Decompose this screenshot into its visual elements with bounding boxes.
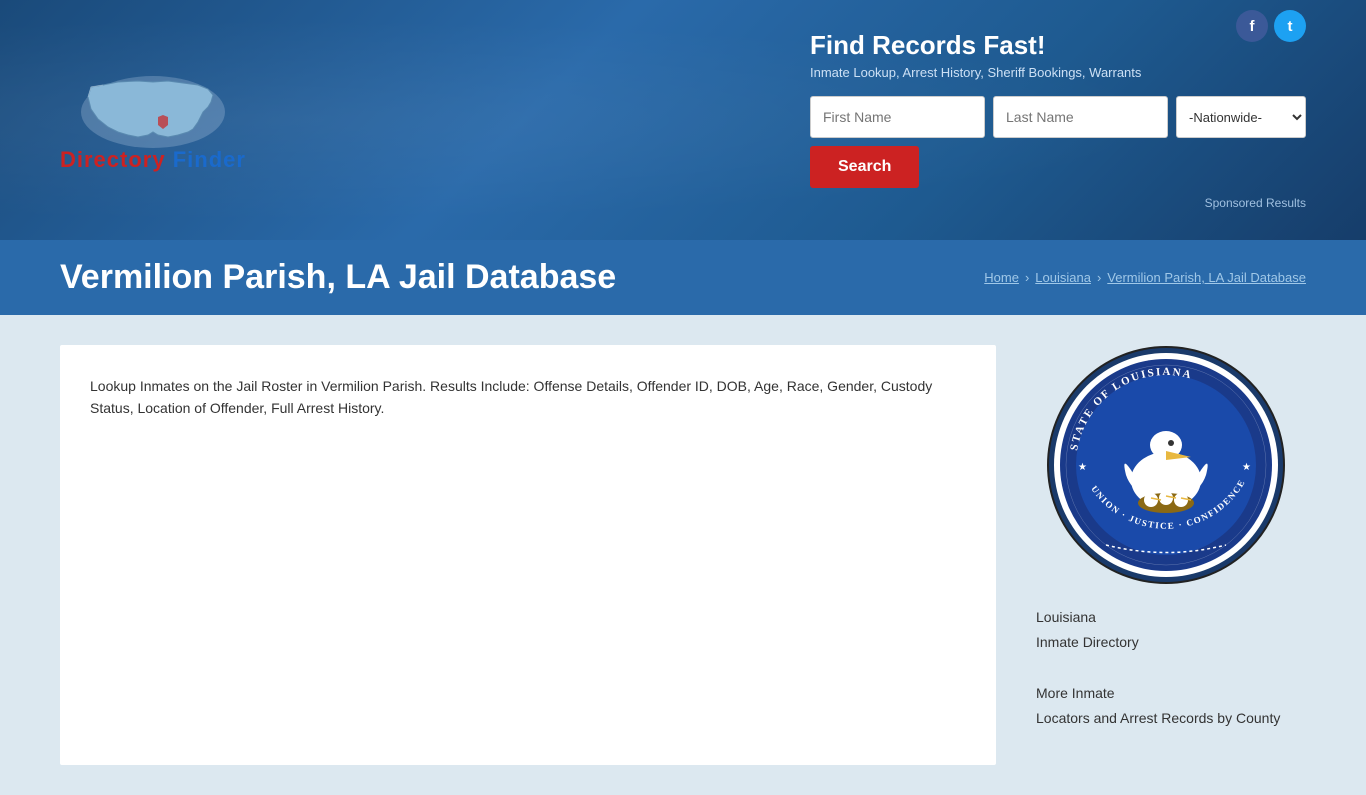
breadcrumb-sep-2: › — [1097, 270, 1101, 285]
description-text: Lookup Inmates on the Jail Roster in Ver… — [90, 375, 966, 420]
svg-text:★: ★ — [1078, 462, 1087, 473]
breadcrumb-louisiana[interactable]: Louisiana — [1035, 270, 1091, 285]
header: Directory Finder Find Records Fast! Inma… — [0, 0, 1366, 240]
last-name-input[interactable] — [993, 96, 1168, 138]
search-title: Find Records Fast! — [810, 30, 1306, 61]
search-row: -Nationwide- — [810, 96, 1306, 138]
search-area: Find Records Fast! Inmate Lookup, Arrest… — [810, 30, 1306, 210]
logo-container: Directory Finder — [60, 67, 246, 173]
sidebar-line4: Locators and Arrest Records by County — [1036, 710, 1280, 726]
first-name-input[interactable] — [810, 96, 985, 138]
logo-map — [73, 67, 233, 157]
title-bar: Vermilion Parish, LA Jail Database Home … — [0, 240, 1366, 315]
svg-text:★: ★ — [1242, 462, 1251, 473]
sponsored-text: Sponsored Results — [810, 196, 1306, 210]
logo-area: Directory Finder — [60, 67, 246, 173]
breadcrumb-current: Vermilion Parish, LA Jail Database — [1107, 270, 1306, 285]
facebook-icon[interactable]: f — [1236, 10, 1268, 42]
breadcrumb: Home › Louisiana › Vermilion Parish, LA … — [984, 270, 1306, 285]
breadcrumb-home[interactable]: Home — [984, 270, 1019, 285]
twitter-icon[interactable]: t — [1274, 10, 1306, 42]
state-select[interactable]: -Nationwide- — [1176, 96, 1306, 138]
content-left: Lookup Inmates on the Jail Roster in Ver… — [60, 345, 996, 765]
louisiana-seal: STATE OF LOUISIANA UNION · JUSTICE · CON… — [1046, 345, 1286, 585]
search-button[interactable]: Search — [810, 146, 919, 188]
sidebar-line2: Inmate Directory — [1036, 634, 1139, 650]
social-bar: f t — [1236, 10, 1306, 42]
content-right: STATE OF LOUISIANA UNION · JUSTICE · CON… — [1026, 345, 1306, 765]
search-subtitle: Inmate Lookup, Arrest History, Sheriff B… — [810, 65, 1306, 80]
sidebar-text: Louisiana Inmate Directory More Inmate L… — [1026, 605, 1306, 731]
page-title: Vermilion Parish, LA Jail Database — [60, 258, 616, 297]
sidebar-line3: More Inmate — [1036, 685, 1115, 701]
breadcrumb-sep-1: › — [1025, 270, 1029, 285]
main-content: Lookup Inmates on the Jail Roster in Ver… — [0, 315, 1366, 795]
sidebar-line1: Louisiana — [1036, 609, 1096, 625]
